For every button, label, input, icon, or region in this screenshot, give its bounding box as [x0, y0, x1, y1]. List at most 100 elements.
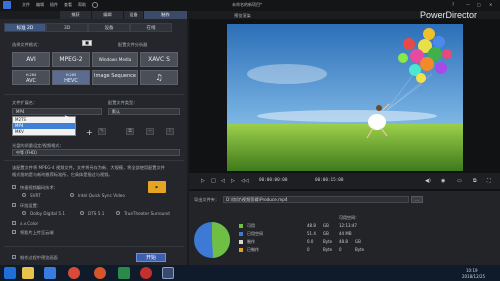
- current-time: 00:00:00:00: [259, 178, 288, 183]
- pie-free-slice: [212, 222, 230, 258]
- surround-checkbox[interactable]: [12, 203, 16, 207]
- format-mpeg2-button[interactable]: MPEG-2: [52, 52, 90, 67]
- qq-browser-icon[interactable]: [44, 267, 56, 279]
- format-avc-label: AVC: [25, 78, 36, 84]
- record-icon[interactable]: [140, 267, 152, 279]
- mouse-cursor-icon: ➤: [64, 114, 70, 121]
- project-title: 未命名的新项目*: [232, 2, 262, 7]
- menu-file[interactable]: 文件: [22, 2, 30, 8]
- quality-select[interactable]: 中等 (FHD): [12, 149, 180, 156]
- file-extension-select[interactable]: MP4: [12, 108, 102, 115]
- format-xavcs-button[interactable]: XAVC S: [140, 52, 178, 67]
- browser-icon[interactable]: [68, 267, 80, 279]
- format-hevc-label: HEVC: [64, 78, 78, 84]
- extra-produce-value: 0: [339, 247, 342, 252]
- media-player-icon[interactable]: [118, 267, 130, 279]
- minimize-icon[interactable]: —: [466, 2, 470, 7]
- firefox-icon[interactable]: [94, 267, 106, 279]
- tab-device-sub[interactable]: 设备: [88, 23, 130, 32]
- profile-analyzer-label[interactable]: 配置文件分析器: [118, 42, 147, 48]
- disk-free-value: 48.8: [307, 223, 316, 228]
- fullscreen-icon[interactable]: ⛶: [487, 178, 491, 184]
- intel-qsv-radio[interactable]: [70, 193, 74, 197]
- export-path-field[interactable]: D:\欣欣\视频剪辑\Produce.mp4: [223, 196, 409, 203]
- fast-render-label: 快速视频编码技术：: [20, 185, 58, 190]
- legend-used-swatch: [239, 232, 243, 236]
- settings-gear-icon[interactable]: [92, 2, 98, 8]
- tab-online[interactable]: 在线: [130, 23, 172, 32]
- file-explorer-icon[interactable]: [22, 267, 34, 279]
- section-divider: [4, 246, 184, 247]
- truetheater-radio[interactable]: [116, 211, 120, 215]
- tab-produce[interactable]: 制作: [144, 11, 188, 19]
- menu-edit[interactable]: 编辑: [36, 2, 44, 8]
- preview-while-producing-label: 制作过程中预览画面: [20, 255, 58, 260]
- extra-produce-unit: Byte: [355, 247, 365, 252]
- xvcolor-label: x.v.Color: [20, 221, 39, 226]
- option-mkv[interactable]: MKV: [13, 129, 75, 135]
- menu-plugins[interactable]: 插件: [50, 2, 58, 8]
- disk-produced-unit: Byte: [323, 247, 333, 252]
- legend-free-swatch: [239, 224, 243, 228]
- format-avi-button[interactable]: AVI: [12, 52, 50, 67]
- profile-type-select[interactable]: 默认: [108, 108, 180, 115]
- play-icon[interactable]: ▷: [201, 178, 205, 184]
- disk-used-label: 已用空间: [247, 231, 263, 236]
- format-h264-avc-button[interactable]: H.264 AVC: [12, 70, 50, 85]
- format-wmv-button[interactable]: Windows Media: [92, 52, 138, 67]
- next-frame-icon[interactable]: ▷: [231, 178, 235, 184]
- app-logo-icon: [3, 1, 11, 9]
- format-image-sequence-button[interactable]: Image Sequence: [92, 70, 138, 85]
- format-audio-button[interactable]: ♫: [140, 70, 178, 85]
- preview-image: [227, 24, 463, 171]
- volume-icon[interactable]: ◀): [425, 178, 431, 184]
- tab-3d[interactable]: 3D: [46, 23, 88, 32]
- help-icon[interactable]: ?: [452, 2, 454, 7]
- truetheater-label: TrueTheater Surround: [124, 211, 170, 216]
- profile-info-icon[interactable]: i: [166, 128, 174, 135]
- intel-qsv-label: Intel Quick Sync Video: [78, 193, 125, 198]
- preview-while-producing-checkbox[interactable]: [12, 255, 16, 259]
- windows-start-icon[interactable]: [4, 267, 16, 279]
- menu-view[interactable]: 查看: [64, 2, 72, 8]
- copy-profile-icon[interactable]: ⧉: [126, 128, 134, 135]
- estimated-size: 44 MB: [339, 231, 352, 236]
- start-button[interactable]: 开始: [136, 253, 166, 262]
- disk-used-unit: GB: [323, 231, 329, 236]
- svrt-radio[interactable]: [22, 193, 26, 197]
- tab-device[interactable]: 设备: [124, 11, 144, 19]
- snapshot-icon[interactable]: ◉: [441, 178, 445, 184]
- taskbar-date: 2018/12/25: [462, 274, 486, 279]
- menu-help[interactable]: 帮助: [78, 2, 86, 8]
- disk-space-pie: [194, 222, 230, 258]
- browse-folder-button[interactable]: …: [411, 196, 423, 203]
- disk-produce-value: 0.0: [307, 239, 314, 244]
- powerdirector-taskbar-icon[interactable]: [162, 267, 174, 279]
- edit-profile-icon[interactable]: ✎: [98, 128, 106, 135]
- tab-edit[interactable]: 编辑: [92, 11, 124, 19]
- player-controls-bar: ▷ □ ◁ ▷ ◁◁ 00:00:00:00 00:00:15:00 ◀) ◉ …: [189, 173, 500, 189]
- previous-icon[interactable]: ◁◁: [241, 178, 249, 184]
- profile-description-line-1: 该配置文件将 MPEG-4 视频文件。文件将另存为新、大规模，将全部使用配置文件: [12, 165, 165, 170]
- close-icon[interactable]: ✕: [489, 2, 492, 7]
- extra-free-unit: GB: [355, 239, 361, 244]
- detach-preview-icon[interactable]: ⧉: [473, 178, 477, 184]
- xvcolor-checkbox[interactable]: [12, 221, 16, 225]
- tab-capture[interactable]: 捕获: [60, 11, 92, 19]
- maximize-icon[interactable]: □: [477, 2, 481, 7]
- fast-render-checkbox[interactable]: [12, 185, 16, 189]
- profile-description-line-2: 格式指的是与新的推荐标准所，它具体是指过与视频。: [12, 172, 113, 177]
- section-divider: [4, 160, 184, 161]
- tab-standard-2d[interactable]: 标准 2D: [4, 23, 46, 32]
- remove-profile-icon[interactable]: −: [146, 128, 154, 135]
- upload-cloud-checkbox[interactable]: [12, 230, 16, 234]
- add-profile-icon[interactable]: +: [86, 128, 93, 137]
- dolby-radio[interactable]: [22, 211, 26, 215]
- profile-toggle-icon[interactable]: ■: [82, 40, 92, 46]
- format-h265-hevc-button[interactable]: H.265 HEVC: [52, 70, 90, 85]
- dts-radio[interactable]: [80, 211, 84, 215]
- dts-label: DTS 5.1: [88, 211, 105, 216]
- display-mode-icon[interactable]: ▭: [457, 178, 462, 184]
- prev-frame-icon[interactable]: ◁: [221, 178, 225, 184]
- stop-icon[interactable]: □: [211, 178, 216, 184]
